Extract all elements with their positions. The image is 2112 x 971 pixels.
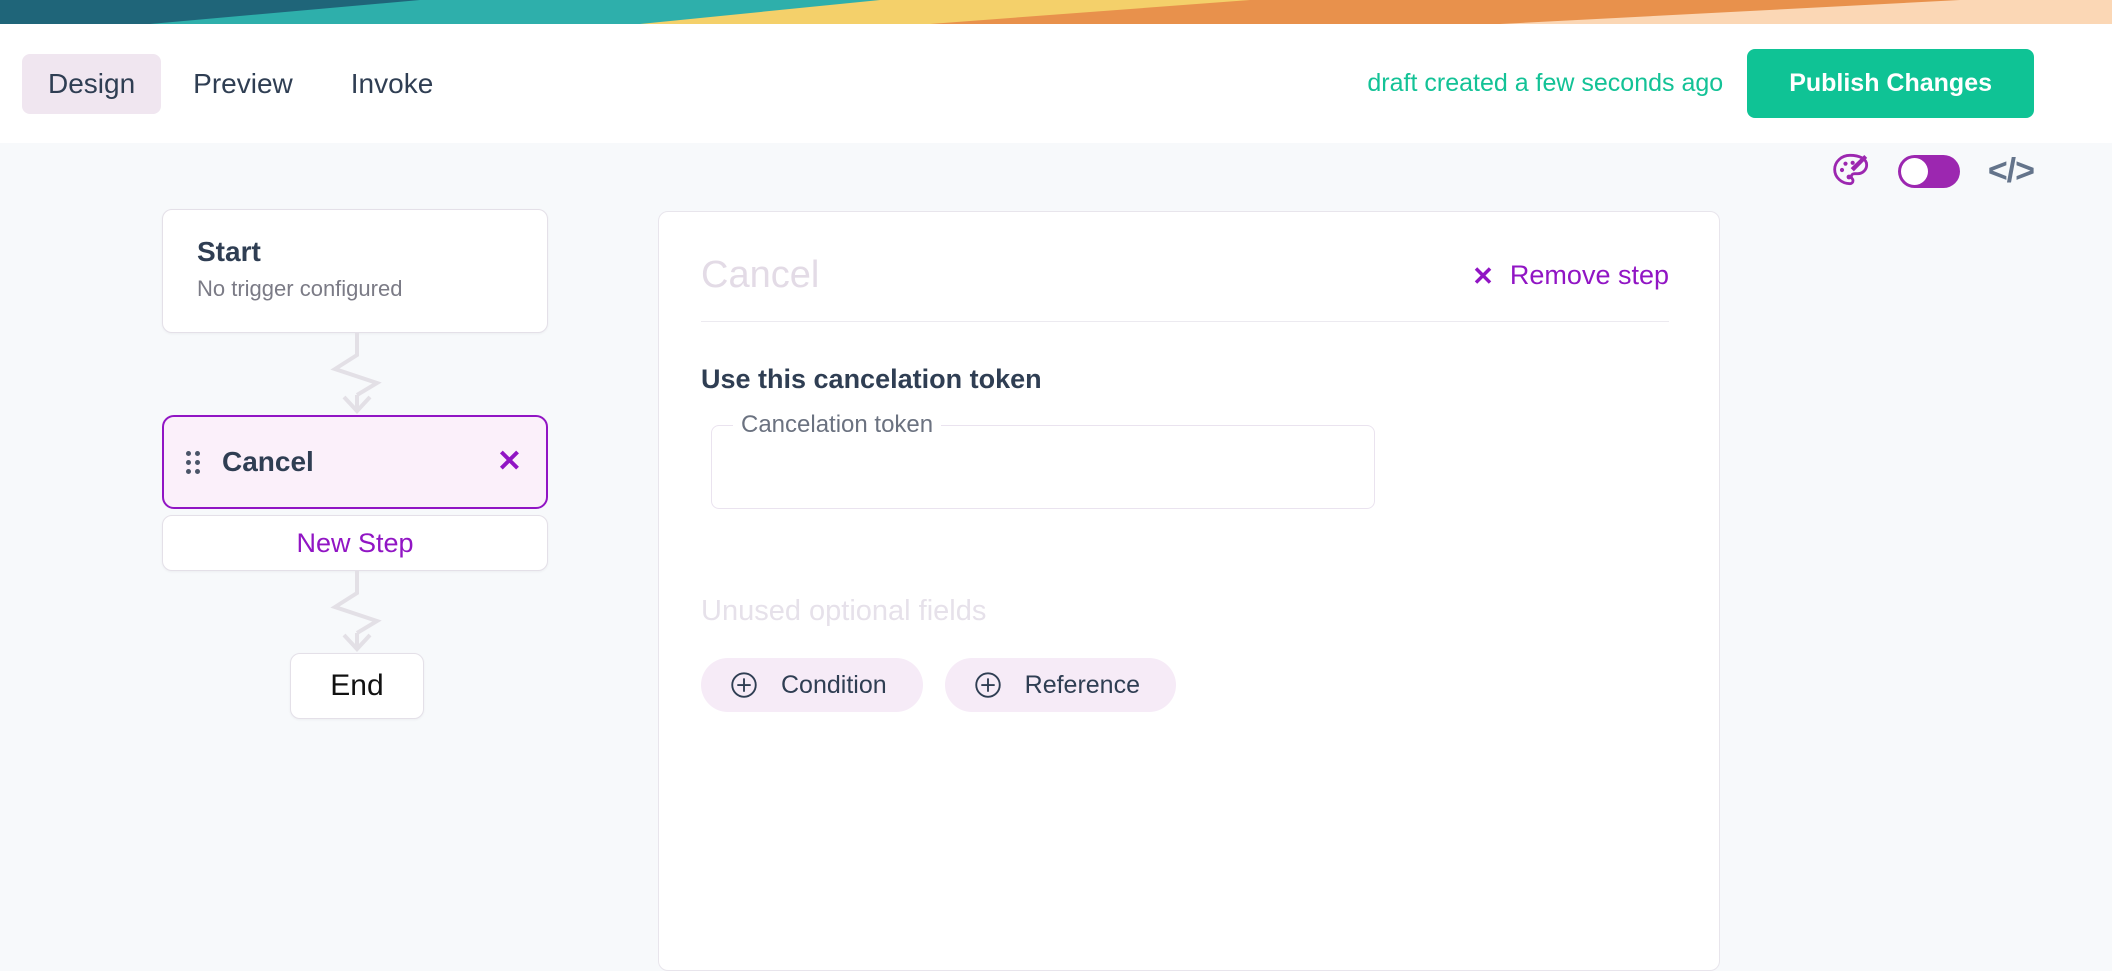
start-node-subtitle: No trigger configured: [197, 276, 403, 301]
tab-preview[interactable]: Preview: [167, 54, 319, 114]
remove-step-label: Remove step: [1509, 260, 1669, 290]
canvas-toolbar: </>: [1830, 151, 2035, 191]
tab-invoke[interactable]: Invoke: [325, 54, 460, 114]
start-node-title: Start: [197, 236, 261, 267]
reference-chip-label: Reference: [1024, 670, 1140, 699]
header-actions: draft created a few seconds ago Publish …: [1367, 49, 2034, 118]
flow-node-cancel[interactable]: Cancel ✕: [162, 415, 548, 509]
condition-chip-label: Condition: [781, 670, 887, 699]
plus-circle-icon: [731, 672, 757, 698]
draft-status-text: draft created a few seconds ago: [1367, 69, 1724, 97]
new-step-label: New Step: [296, 527, 414, 558]
step-detail-panel: Cancel ✕ Remove step Use this cancelatio…: [658, 211, 1720, 971]
code-icon-glyph: </>: [1987, 152, 2035, 190]
theme-toggle-switch[interactable]: [1897, 154, 1960, 188]
publish-changes-button[interactable]: Publish Changes: [1747, 49, 2034, 118]
workflow-canvas: Start No trigger configured Cancel ✕ New…: [162, 209, 552, 719]
flow-node-end[interactable]: End: [290, 653, 424, 719]
palette-icon[interactable]: [1830, 151, 1870, 191]
code-view-icon[interactable]: </>: [1987, 152, 2035, 190]
new-step-button[interactable]: New Step: [162, 515, 548, 571]
add-reference-chip[interactable]: Reference: [944, 658, 1176, 712]
cancelation-token-input[interactable]: [711, 425, 1375, 509]
decorative-color-banner: [0, 0, 2112, 24]
section-title: Use this cancelation token: [701, 364, 1042, 394]
app-header: Design Preview Invoke draft created a fe…: [0, 24, 2112, 143]
remove-step-button[interactable]: ✕ Remove step: [1472, 260, 1669, 291]
workspace: </> Start No trigger configured Cancel ✕…: [0, 143, 2112, 971]
remove-node-icon[interactable]: ✕: [497, 447, 522, 477]
main-tabs: Design Preview Invoke: [22, 53, 460, 114]
panel-header: Cancel ✕ Remove step: [701, 254, 1669, 322]
plus-circle-icon: [974, 672, 1001, 698]
cancel-node-label: Cancel: [222, 446, 314, 477]
tab-design[interactable]: Design: [22, 53, 162, 114]
drag-handle-icon[interactable]: [186, 450, 200, 474]
toggle-knob: [1900, 157, 1928, 185]
connector-newstep-to-end: [330, 571, 382, 652]
cancelation-token-field: Cancelation token: [711, 411, 1375, 509]
banner-shapes: [0, 0, 2112, 24]
end-node-label: End: [330, 669, 384, 702]
connector-start-to-cancel: [330, 333, 382, 414]
panel-title: Cancel: [701, 254, 820, 296]
add-condition-chip[interactable]: Condition: [701, 658, 923, 712]
palette-icon-glyph: [1833, 153, 1868, 186]
unused-optional-fields-title: Unused optional fields: [701, 595, 987, 627]
flow-node-start[interactable]: Start No trigger configured: [162, 209, 548, 333]
close-icon: ✕: [1472, 260, 1494, 291]
optional-field-chips: Condition Reference: [701, 658, 1669, 712]
